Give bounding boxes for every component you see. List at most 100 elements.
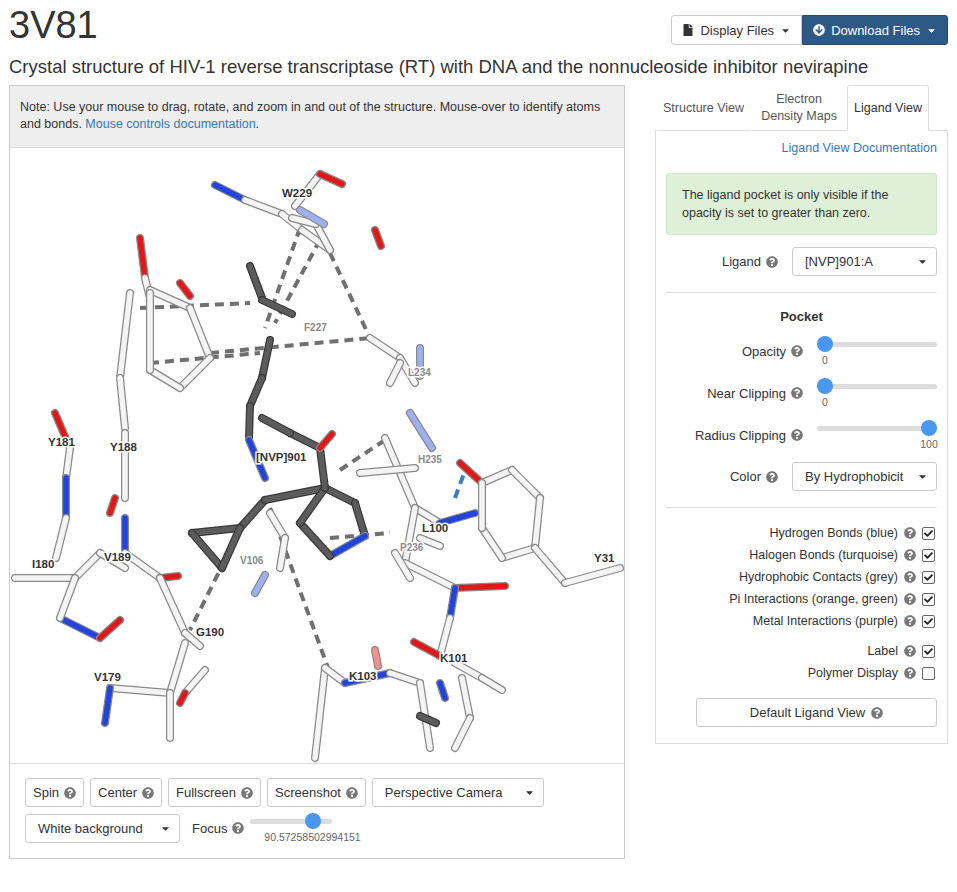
- control-button[interactable]: Fullscreen: [168, 778, 261, 807]
- toggle-row[interactable]: Hydrogen Bonds (blue): [666, 524, 937, 542]
- checkbox[interactable]: [922, 571, 935, 584]
- caret-icon: [524, 787, 535, 798]
- toggle-row[interactable]: Metal Interactions (purple): [666, 612, 937, 630]
- help-icon[interactable]: [904, 527, 916, 539]
- help-icon[interactable]: [904, 615, 916, 627]
- checkbox[interactable]: [922, 593, 935, 606]
- help-icon[interactable]: [766, 256, 778, 268]
- default-view-button[interactable]: Default Ligand View: [696, 698, 937, 727]
- slider[interactable]: 90.57258502994151: [250, 813, 332, 843]
- bond: [60, 618, 100, 638]
- help-icon[interactable]: [142, 787, 154, 799]
- slider-thumb[interactable]: [817, 336, 833, 352]
- control-button[interactable]: Screenshot: [267, 778, 366, 807]
- help-icon[interactable]: [232, 822, 244, 834]
- divider: [666, 507, 937, 508]
- tab[interactable]: Structure View: [656, 85, 751, 131]
- slider[interactable]: 100: [817, 420, 937, 450]
- slider[interactable]: 0: [817, 378, 937, 408]
- checkbox[interactable]: [922, 645, 935, 658]
- bond: [280, 538, 285, 568]
- check-icon: [924, 551, 933, 560]
- bond: [120, 378, 125, 428]
- bond: [420, 716, 436, 723]
- help-icon[interactable]: [904, 593, 916, 605]
- viewer-canvas[interactable]: W229F227L234H235Y181Y188[NVP]901L100P236…: [10, 148, 624, 763]
- help-icon[interactable]: [904, 667, 916, 679]
- bond: [535, 498, 540, 548]
- bond: [150, 293, 151, 370]
- bond: [330, 536, 365, 556]
- bond: [262, 300, 292, 314]
- slider-thumb[interactable]: [305, 813, 321, 829]
- tab[interactable]: Ligand View: [847, 85, 929, 131]
- help-icon[interactable]: [791, 345, 803, 357]
- toggle-row[interactable]: Label: [666, 642, 937, 660]
- residue-label: G190: [196, 626, 224, 638]
- molecule-view[interactable]: W229F227L234H235Y181Y188[NVP]901L100P236…: [10, 148, 624, 763]
- file-button[interactable]: Download Files: [802, 15, 948, 45]
- bond: [535, 548, 565, 583]
- bond: [150, 370, 180, 388]
- bond: [192, 528, 240, 533]
- tab[interactable]: Electron Density Maps: [751, 85, 847, 131]
- checkbox[interactable]: [922, 527, 935, 540]
- help-icon[interactable]: [791, 429, 803, 441]
- camera-select[interactable]: Perspective Camera: [372, 778, 544, 807]
- help-icon[interactable]: [904, 645, 916, 657]
- residue-label: V179: [94, 671, 121, 683]
- bond: [249, 406, 250, 438]
- slider-row: Near Clipping0: [666, 378, 937, 408]
- bond: [565, 568, 620, 583]
- color-select[interactable]: By Hydrophobicit: [792, 462, 937, 491]
- checkbox[interactable]: [922, 549, 935, 562]
- control-button[interactable]: Spin: [25, 778, 84, 807]
- documentation-link[interactable]: Ligand View Documentation: [666, 141, 937, 155]
- bond: [192, 533, 222, 568]
- residue-label: K101: [440, 652, 468, 664]
- header: 3V81Display FilesDownload Files: [9, 3, 948, 47]
- residue-label: V106: [240, 555, 264, 566]
- bond: [56, 518, 66, 558]
- bond: [262, 418, 290, 433]
- bond: [320, 174, 342, 184]
- docs-link[interactable]: Mouse controls documentation: [85, 117, 255, 131]
- residue-label: Y181: [48, 436, 75, 448]
- toggle-row[interactable]: Pi Interactions (orange, green): [666, 590, 937, 608]
- checkbox[interactable]: [922, 615, 935, 628]
- background-select[interactable]: White background: [25, 814, 180, 843]
- slider-track[interactable]: [817, 342, 937, 347]
- ligand-select[interactable]: [NVP]901:A: [792, 247, 937, 276]
- help-icon[interactable]: [346, 787, 358, 799]
- bond: [502, 548, 535, 558]
- file-button[interactable]: Display Files: [671, 15, 802, 45]
- interaction-line: [140, 303, 250, 308]
- bond: [455, 718, 470, 748]
- bond: [15, 578, 75, 579]
- slider-thumb[interactable]: [817, 378, 833, 394]
- ligand-view-panel: Ligand View Documentation The ligand pock…: [655, 130, 948, 744]
- help-icon[interactable]: [64, 787, 76, 799]
- slider-track[interactable]: [817, 426, 937, 431]
- help-icon[interactable]: [241, 787, 253, 799]
- toggle-row[interactable]: Polymer Display: [666, 664, 937, 682]
- control-button[interactable]: Center: [90, 778, 162, 807]
- check-icon: [924, 595, 933, 604]
- help-icon[interactable]: [904, 549, 916, 561]
- help-icon[interactable]: [904, 571, 916, 583]
- checkbox[interactable]: [922, 667, 935, 680]
- caret-icon: [780, 25, 791, 36]
- help-icon[interactable]: [766, 471, 778, 483]
- slider-track[interactable]: [817, 384, 937, 389]
- help-icon[interactable]: [791, 387, 803, 399]
- slider[interactable]: 0: [817, 336, 937, 366]
- residue-label: H235: [418, 454, 442, 465]
- toggle-row[interactable]: Hydrophobic Contacts (grey): [666, 568, 937, 586]
- slider-thumb[interactable]: [921, 420, 937, 436]
- check-icon: [924, 647, 933, 656]
- residue-label: Y188: [110, 441, 137, 453]
- interaction-line: [330, 253, 370, 338]
- toggle-row[interactable]: Halogen Bonds (turquoise): [666, 546, 937, 564]
- info-alert: The ligand pocket is only visible if the…: [666, 173, 937, 235]
- help-icon[interactable]: [871, 707, 883, 719]
